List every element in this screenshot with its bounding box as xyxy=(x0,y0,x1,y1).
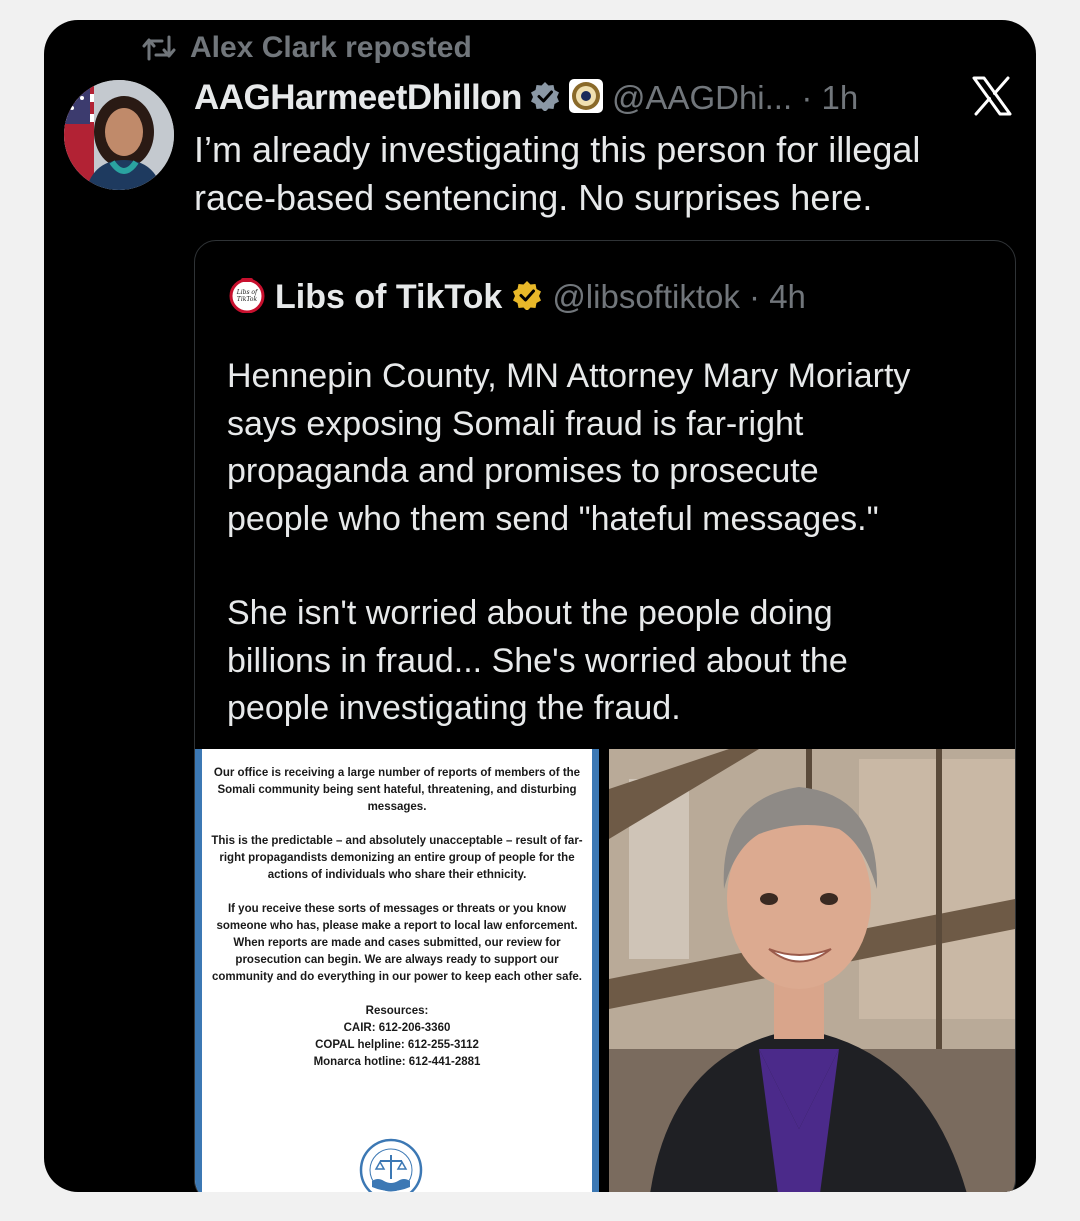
quote-text-line: people investigating the fraud. xyxy=(227,689,681,727)
notice-paragraph: If you receive these sorts of messages o… xyxy=(212,903,582,983)
quote-text-line: She isn't worried about the people doing xyxy=(227,594,833,632)
repost-indicator[interactable]: Alex Clark reposted xyxy=(142,30,472,66)
quote-text-line: Hennepin County, MN Attorney Mary Moriar… xyxy=(227,357,911,395)
tweet-header: AAGHarmeetDhillon @AAGDhi... · 1h xyxy=(194,76,858,120)
quote-author-name[interactable]: Libs of TikTok xyxy=(275,278,502,317)
quote-text-line: says exposing Somali fraud is far-right xyxy=(227,404,804,443)
quote-text-line: people who them send "hateful messages." xyxy=(227,499,879,538)
svg-text:Libs of: Libs of xyxy=(236,289,259,296)
author-name[interactable]: AAGHarmeetDhillon xyxy=(194,78,522,118)
resource-line: CAIR: 612-206-3360 xyxy=(343,1022,451,1034)
attorney-photo[interactable] xyxy=(609,749,1015,1192)
quote-avatar[interactable]: Libs of TikTok xyxy=(229,277,265,318)
verified-badge-icon xyxy=(530,81,560,116)
quote-handle-time[interactable]: @libsoftiktok · 4h xyxy=(552,278,806,316)
repost-label: Alex Clark reposted xyxy=(190,31,472,64)
tweet-text-line: race-based sentencing. No surprises here… xyxy=(194,177,873,218)
quote-header: Libs of TikTok Libs of TikTok @libsoftik… xyxy=(229,275,806,319)
author-handle-time[interactable]: @AAGDhi... · 1h xyxy=(612,79,858,117)
author-avatar[interactable] xyxy=(64,80,174,190)
notice-text: Our office is receiving a large number o… xyxy=(207,765,587,1071)
resource-line: COPAL helpline: 612-255-3112 xyxy=(315,1039,479,1051)
tweet-text-line: I’m already investigating this person fo… xyxy=(194,129,921,170)
post-card[interactable]: Alex Clark reposted AAGHarmeetDhillon @A… xyxy=(44,20,1036,1192)
quote-text: Hennepin County, MN Attorney Mary Moriar… xyxy=(227,353,1007,733)
resources-title: Resources: xyxy=(365,1005,429,1017)
tweet-text: I’m already investigating this person fo… xyxy=(194,126,994,222)
notice-image[interactable]: Our office is receiving a large number o… xyxy=(195,749,599,1192)
quoted-tweet[interactable]: Libs of TikTok Libs of TikTok @libsoftik… xyxy=(194,240,1016,1192)
hennepin-county-seal-icon xyxy=(358,1137,424,1192)
resource-line: Monarca hotline: 612-441-2881 xyxy=(313,1056,481,1068)
repost-icon xyxy=(142,35,176,61)
quote-text-line: propaganda and promises to prosecute xyxy=(227,452,819,490)
x-logo-icon xyxy=(972,76,1012,121)
quote-text-line: billions in fraud... She's worried about… xyxy=(227,641,848,680)
doj-seal-icon xyxy=(568,78,604,119)
verified-gold-badge-icon xyxy=(512,280,542,315)
svg-text:TikTok: TikTok xyxy=(237,296,258,303)
notice-paragraph: This is the predictable – and absolutely… xyxy=(211,835,583,881)
notice-paragraph: Our office is receiving a large number o… xyxy=(213,767,581,813)
